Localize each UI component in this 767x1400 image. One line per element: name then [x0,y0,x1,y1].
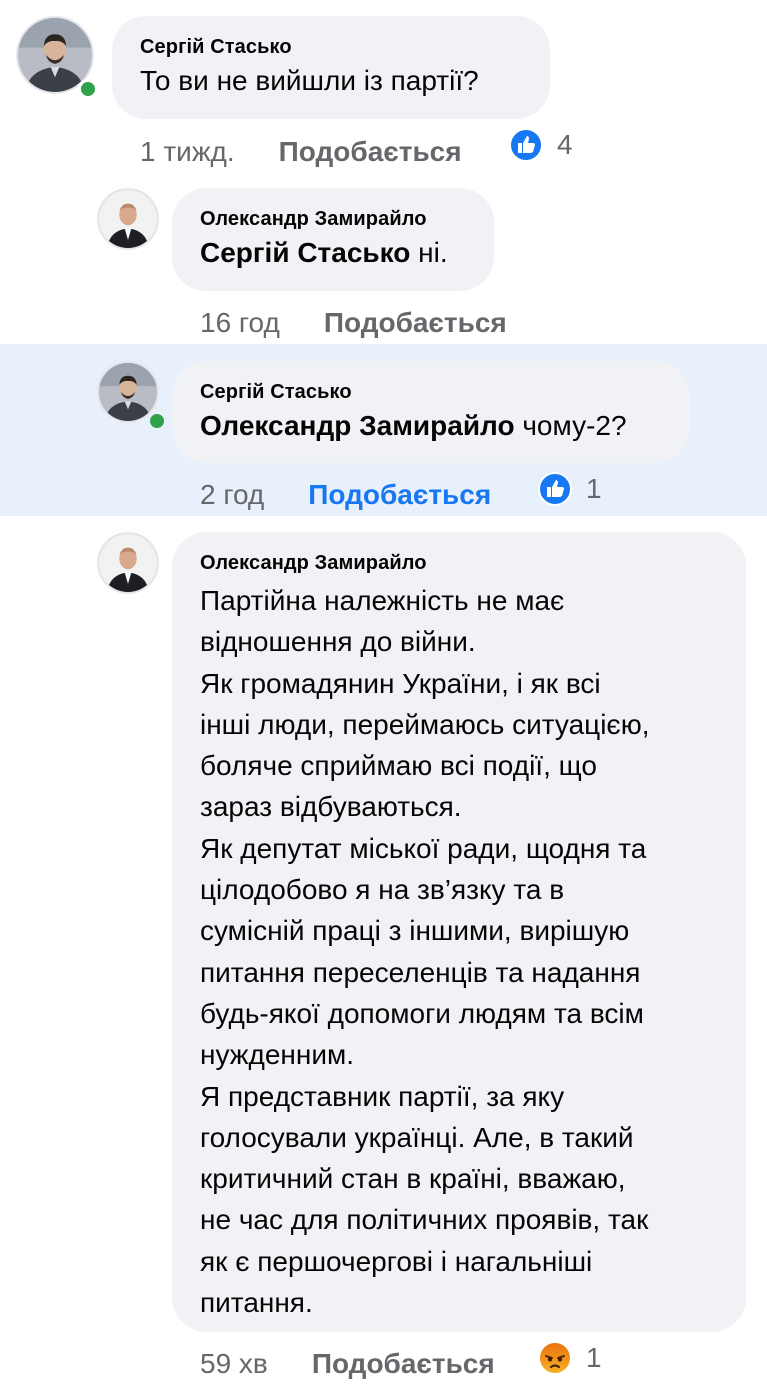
comment-line: не час для політичних проявів, так [200,1204,649,1236]
comment-line: питання переселенців та надання [200,956,641,988]
comment-text: Сергій Стасько ні. [200,237,448,268]
like-button[interactable]: Подобається [308,479,491,511]
comment-text: Олександр Замирайло чому-2? [200,410,627,441]
like-reaction-icon [509,128,543,162]
reaction-count: 4 [557,129,573,160]
comment-line: зараз відбуваються. [200,791,462,823]
comment-bubble: Сергій Стасько То ви не вийшли із партії… [112,16,550,119]
comment-meta: 16 год Подобається [200,303,507,343]
reaction-count: 1 [586,1342,602,1373]
like-button[interactable]: Подобається [279,136,462,168]
reaction-summary[interactable]: 4 [509,128,573,162]
comment-text: То ви не вийшли із партії? [140,65,479,96]
comment-author[interactable]: Олександр Замирайло [200,550,718,576]
reaction-summary[interactable]: 1 [538,472,602,506]
mention-link[interactable]: Олександр Замирайло [200,410,515,441]
reaction-summary[interactable]: 1 [538,1341,602,1375]
comment-line: Партійна належність не має [200,585,565,616]
comment-time[interactable]: 16 год [200,307,280,339]
comment-bubble: Олександр Замирайло Партійна належність … [172,532,746,1332]
comment-line: Як громадянин України, і як всі [200,667,601,699]
like-reaction-icon [538,472,572,506]
comment-author[interactable]: Олександр Замирайло [200,206,466,232]
user-photo-icon [99,363,157,421]
comment-time[interactable]: 1 тижд. [140,136,235,168]
comment-author[interactable]: Сергій Стасько [200,379,662,405]
online-status-dot [147,411,167,431]
angry-reaction-icon [538,1341,572,1375]
comment-line: сумісній праці з іншими, вирішую [200,915,630,947]
online-status-dot [78,79,98,99]
comment-1: Сергій Стасько То ви не вийшли із партії… [0,0,767,172]
comment-meta: 2 год Подобається [200,475,491,515]
comment-line: голосували українці. Але, в такий [200,1121,634,1153]
comment-line: цілодобово я на зв’язку та в [200,874,565,906]
comment-3: Сергій Стасько Олександр Замирайло чому-… [0,344,767,516]
comment-line: Як депутат міської ради, щодня та [200,832,647,864]
comment-time[interactable]: 59 хв [200,1348,268,1380]
user-photo-icon [99,190,157,248]
comment-line: питання. [200,1287,313,1319]
comment-author[interactable]: Сергій Стасько [140,34,522,60]
comment-line: нужденним. [200,1039,355,1071]
comment-bubble: Олександр Замирайло Сергій Стасько ні. [172,188,494,291]
comment-meta: 1 тижд. Подобається [140,132,462,172]
comment-line: як є першочергові і нагальніші [200,1245,593,1277]
like-button[interactable]: Подобається [312,1348,495,1380]
mention-link[interactable]: Сергій Стасько [200,237,410,268]
reaction-count: 1 [586,473,602,504]
user-photo-icon [99,534,157,592]
comment-line: відношення до війни. [200,626,476,658]
comment-text: Партійна належність не має відношення до… [200,580,718,1323]
comment-meta: 59 хв Подобається [200,1344,495,1384]
comment-bubble: Сергій Стасько Олександр Замирайло чому-… [172,361,690,463]
comment-line: інші люди, переймаюсь ситуацією, [200,708,650,740]
avatar[interactable] [97,188,159,250]
avatar[interactable] [97,532,159,594]
comment-line: Я представник партії, за яку [200,1080,565,1112]
like-button[interactable]: Подобається [324,307,507,339]
comment-2: Олександр Замирайло Сергій Стасько ні. 1… [0,172,767,344]
comment-line: критичний стан в країні, вважаю, [200,1163,626,1195]
comment-time[interactable]: 2 год [200,479,264,511]
comment-line: боляче сприймаю всі події, що [200,750,597,782]
comment-4: Олександр Замирайло Партійна належність … [0,516,767,1400]
comment-line: будь-якої допомоги людям та всім [200,997,644,1029]
